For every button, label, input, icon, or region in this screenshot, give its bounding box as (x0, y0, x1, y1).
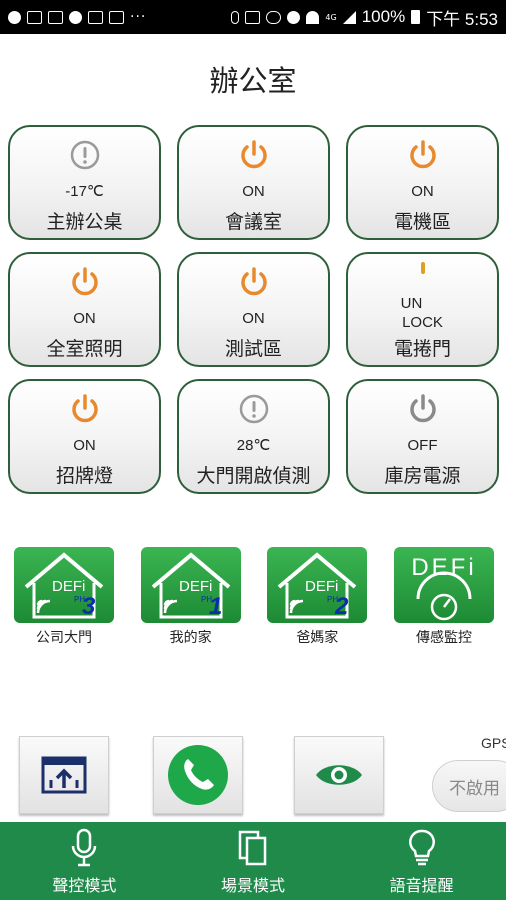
home-shortcut[interactable]: DEFi PH 1 我的家 (140, 547, 241, 647)
house-icon: DEFi PH 2 (267, 547, 368, 623)
nav-label: 語音提醒 (389, 876, 454, 895)
home-badge: DEFi (179, 578, 212, 595)
nav-label: 聲控模式 (52, 876, 117, 895)
device-status: OFF (407, 437, 438, 454)
bluetooth-icon (231, 10, 240, 24)
device-tile[interactable]: ON 測試區 (177, 252, 330, 367)
home-label: 公司大門 (36, 630, 92, 646)
nav-voice-reminder[interactable]: 語音提醒 (337, 822, 506, 900)
home-number: 1 (209, 593, 222, 620)
device-tile[interactable]: ON 會議室 (177, 125, 330, 240)
power-icon (409, 140, 436, 169)
sensor-monitor-icon: DEFi (393, 547, 494, 623)
copy-icon (238, 830, 267, 866)
device-name: 大門開啟偵測 (196, 465, 311, 487)
mail-icon (109, 10, 124, 24)
house-icon: DEFi PH 3 (14, 547, 114, 623)
device-status: 28℃ (236, 437, 271, 454)
device-tile[interactable]: ON 全室照明 (8, 252, 161, 367)
microphone-icon (72, 828, 97, 867)
power-icon (71, 394, 98, 423)
call-button[interactable] (153, 736, 243, 814)
home-label: 傳感監控 (415, 630, 472, 646)
device-status: -17℃ (65, 183, 104, 200)
battery-percent: 100% (361, 7, 406, 26)
home-badge: DEFi (52, 578, 85, 595)
device-tile[interactable]: ON 電機區 (346, 125, 499, 240)
device-status: ON (73, 310, 96, 327)
battery-icon (411, 10, 421, 24)
device-status-line: UN (400, 295, 423, 312)
share-icon (41, 756, 87, 794)
alert-icon (239, 394, 268, 424)
nav-scene-mode[interactable]: 場景模式 (169, 822, 338, 900)
device-name: 全室照明 (46, 338, 123, 360)
home-shortcuts: DEFi PH 3 公司大門 DEFi PH 1 我的家 DEFi PH 2 爸… (14, 547, 494, 647)
home-number: 3 (82, 593, 96, 620)
messenger-icon (8, 10, 21, 24)
device-tile[interactable]: -17℃ 主辦公桌 (8, 125, 161, 240)
bottom-nav: 聲控模式 場景模式 語音提醒 (0, 822, 506, 900)
chat-icon (69, 10, 82, 24)
power-icon (240, 140, 267, 169)
nfc-icon (245, 10, 261, 24)
clock: 下午 5:53 (426, 9, 498, 29)
power-icon (240, 267, 267, 296)
mute-icon (266, 10, 282, 24)
home-label: 我的家 (169, 630, 212, 646)
device-status: UN LOCK (348, 294, 497, 332)
home-number: 2 (334, 593, 349, 620)
device-name: 測試區 (224, 338, 282, 360)
more-notifications: ··· (130, 9, 147, 25)
power-icon (409, 394, 436, 423)
device-name: 主辦公桌 (46, 211, 123, 233)
view-button[interactable] (294, 736, 384, 814)
phone-icon (168, 745, 228, 805)
lightbulb-icon (408, 829, 435, 866)
device-name: 招牌燈 (55, 465, 113, 487)
gps-toggle[interactable]: 不啟用 (432, 760, 506, 812)
network-type: 4G (325, 12, 337, 22)
device-name: 庫房電源 (384, 465, 461, 487)
device-status: ON (242, 310, 265, 327)
alert-icon (70, 140, 99, 170)
device-status: ON (73, 437, 96, 454)
device-status: ON (242, 183, 265, 200)
page-title: 辦公室 (209, 64, 297, 98)
sync-icon (88, 10, 103, 24)
app-notification-icon (48, 10, 63, 24)
device-name: 會議室 (224, 211, 282, 233)
nav-voice-control[interactable]: 聲控模式 (0, 822, 169, 900)
device-tile[interactable]: OFF 庫房電源 (346, 379, 499, 494)
device-status: ON (411, 183, 434, 200)
device-name: 電機區 (393, 211, 451, 233)
device-tile[interactable]: 28℃ 大門開啟偵測 (177, 379, 330, 494)
gps-label: GPS (481, 735, 506, 751)
home-badge: DEFi (305, 578, 338, 595)
power-icon (71, 267, 98, 296)
home-label: 爸媽家 (296, 630, 339, 646)
device-tile[interactable]: UN LOCK 電捲門 (346, 252, 499, 367)
monitor-badge: DEFi (411, 554, 476, 581)
eye-icon (316, 765, 362, 785)
device-name: 電捲門 (393, 338, 451, 360)
status-bar: ··· 4G 100% 下午 5:53 (0, 0, 506, 34)
home-shortcut[interactable]: DEFi PH 2 爸媽家 (267, 547, 368, 647)
alarm-icon (287, 10, 301, 24)
home-shortcut[interactable]: DEFi 傳感監控 (393, 547, 494, 647)
device-tile[interactable]: ON 招牌燈 (8, 379, 161, 494)
share-button[interactable] (19, 736, 109, 814)
wifi-icon (306, 10, 320, 24)
signal-icon (342, 10, 356, 24)
nav-label: 場景模式 (221, 876, 286, 895)
mail-icon (27, 10, 42, 24)
device-status-line: LOCK (402, 314, 443, 331)
device-grid: -17℃ 主辦公桌 ON 會議室 ON 電機區 ON 全室照明 ON 測試區 U… (8, 125, 500, 494)
house-icon: DEFi PH 1 (140, 547, 241, 623)
lock-icon (420, 262, 425, 274)
home-shortcut[interactable]: DEFi PH 3 公司大門 (14, 547, 114, 647)
